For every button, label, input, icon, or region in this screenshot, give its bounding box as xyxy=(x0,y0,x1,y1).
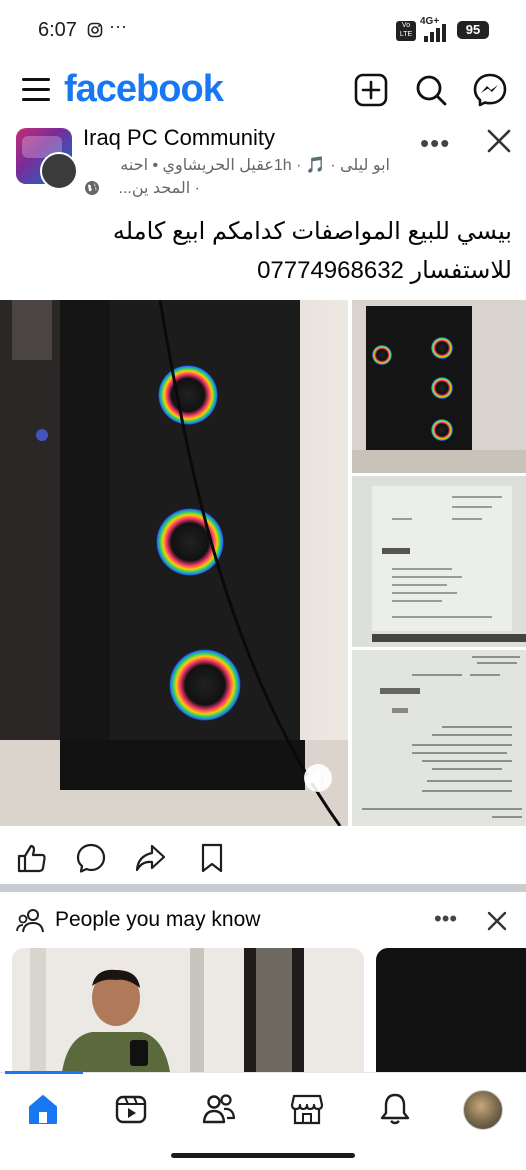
pymk-title: People you may know xyxy=(55,908,261,931)
video-icon[interactable] xyxy=(114,1092,148,1126)
post-photo-3[interactable] xyxy=(352,476,526,647)
notifications-icon[interactable] xyxy=(378,1092,412,1126)
like-icon[interactable] xyxy=(16,842,48,874)
active-tab-indicator xyxy=(5,1071,83,1074)
people-icon xyxy=(16,909,44,933)
marketplace-icon[interactable] xyxy=(290,1092,324,1126)
comment-icon[interactable] xyxy=(75,842,107,874)
share-icon[interactable] xyxy=(134,842,166,874)
home-icon[interactable] xyxy=(26,1092,60,1126)
save-icon[interactable] xyxy=(196,842,228,874)
volte-badge: Vo LTE xyxy=(396,21,416,41)
sound-icon[interactable] xyxy=(304,765,334,793)
post-photo-4[interactable] xyxy=(352,650,526,826)
search-icon[interactable] xyxy=(414,73,448,107)
globe-icon xyxy=(85,181,99,195)
post-meta-line1: ابو ليلى · 🎵 · 1hعقيل الحريشاوي • احنه xyxy=(120,157,390,174)
menu-icon[interactable] xyxy=(22,78,50,108)
messenger-icon[interactable] xyxy=(473,73,507,107)
caption-line2: للاستفسار 07774968632 xyxy=(257,257,512,284)
post-meta-line2: · المحد ين... xyxy=(118,180,200,197)
status-time: 6:07 xyxy=(38,19,77,41)
home-indicator xyxy=(171,1153,355,1158)
post-caption: بيسي للبيع المواصفات كدامكم ابيع كامله ل… xyxy=(18,212,512,290)
add-icon[interactable] xyxy=(354,73,388,107)
status-more: ··· xyxy=(109,16,127,36)
post-photo-main[interactable] xyxy=(0,300,348,826)
author-avatar[interactable] xyxy=(40,152,78,190)
specs-screenshot-photo-2 xyxy=(352,650,526,826)
group-name[interactable]: Iraq PC Community xyxy=(83,125,275,151)
specs-screenshot-photo xyxy=(352,476,526,647)
post-more-button[interactable]: ••• xyxy=(420,128,450,159)
close-icon[interactable] xyxy=(486,128,512,154)
post-photo-2[interactable] xyxy=(352,300,526,473)
facebook-logo[interactable]: facebook xyxy=(64,68,224,111)
pymk-more-button[interactable]: ••• xyxy=(434,906,457,932)
pc-case-thumbnail xyxy=(352,300,526,473)
battery-indicator: 95 xyxy=(457,21,489,39)
signal-icon xyxy=(424,24,446,42)
suggested-person-card[interactable] xyxy=(12,948,364,1072)
pc-case-photo xyxy=(0,300,348,826)
instagram-icon xyxy=(87,22,103,38)
profile-avatar[interactable] xyxy=(463,1090,503,1130)
friends-icon[interactable] xyxy=(202,1092,236,1126)
caption-line1: بيسي للبيع المواصفات كدامكم ابيع كامله xyxy=(112,218,512,245)
section-divider xyxy=(0,884,526,892)
suggested-person-card-2[interactable] xyxy=(376,948,526,1072)
suggested-person-photo xyxy=(12,948,364,1072)
status-bar: 6:07 ··· Vo LTE 4G+ 95 xyxy=(0,0,526,60)
pymk-close-icon[interactable] xyxy=(486,910,508,932)
